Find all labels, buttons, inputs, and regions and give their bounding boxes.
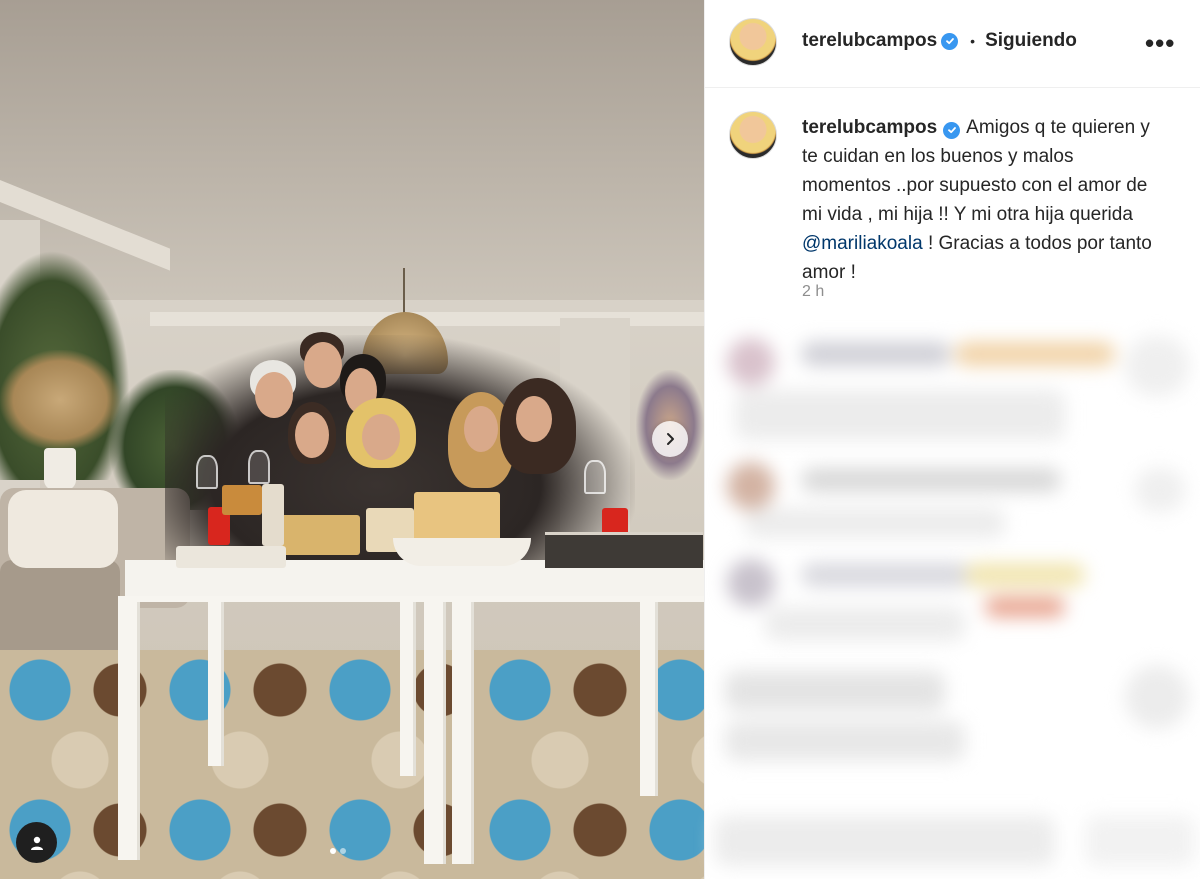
author-username[interactable]: terelubcampos <box>802 30 937 52</box>
separator-bullet: • <box>970 33 976 49</box>
comment-item <box>705 450 1200 550</box>
more-options-icon[interactable]: ••• <box>1145 28 1175 59</box>
post-side-panel: terelubcampos • Siguiendo ••• terelubcam… <box>704 0 1200 879</box>
verified-badge-icon <box>943 121 961 139</box>
carousel-next-button[interactable] <box>652 421 688 457</box>
caption-author-avatar[interactable] <box>729 111 777 159</box>
user-tag-icon <box>30 836 43 850</box>
post-timestamp[interactable]: 2 h <box>802 283 824 301</box>
book-stack <box>545 532 703 568</box>
author-avatar[interactable] <box>729 18 777 66</box>
carousel-dot <box>330 848 336 854</box>
white-bowl <box>393 538 531 566</box>
post-caption: terelubcampos Amigos q te quieren y te cu… <box>802 113 1162 287</box>
comment-item <box>705 655 1200 785</box>
comment-item <box>705 545 1200 655</box>
verified-badge-icon <box>941 32 959 50</box>
caption-author-username[interactable]: terelubcampos <box>802 117 937 138</box>
comment-item <box>705 320 1200 460</box>
chevron-right-icon <box>667 433 674 445</box>
following-button[interactable]: Siguiendo <box>985 30 1077 52</box>
post-photo[interactable] <box>0 0 704 879</box>
mention-link[interactable]: @mariliakoala <box>802 233 923 254</box>
tagged-users-button[interactable] <box>16 822 57 863</box>
carousel-dot <box>340 848 346 854</box>
patterned-rug <box>0 650 704 879</box>
carousel-indicator <box>330 848 346 854</box>
comment-item <box>705 800 1200 879</box>
post-header: terelubcampos • Siguiendo ••• <box>705 0 1200 88</box>
